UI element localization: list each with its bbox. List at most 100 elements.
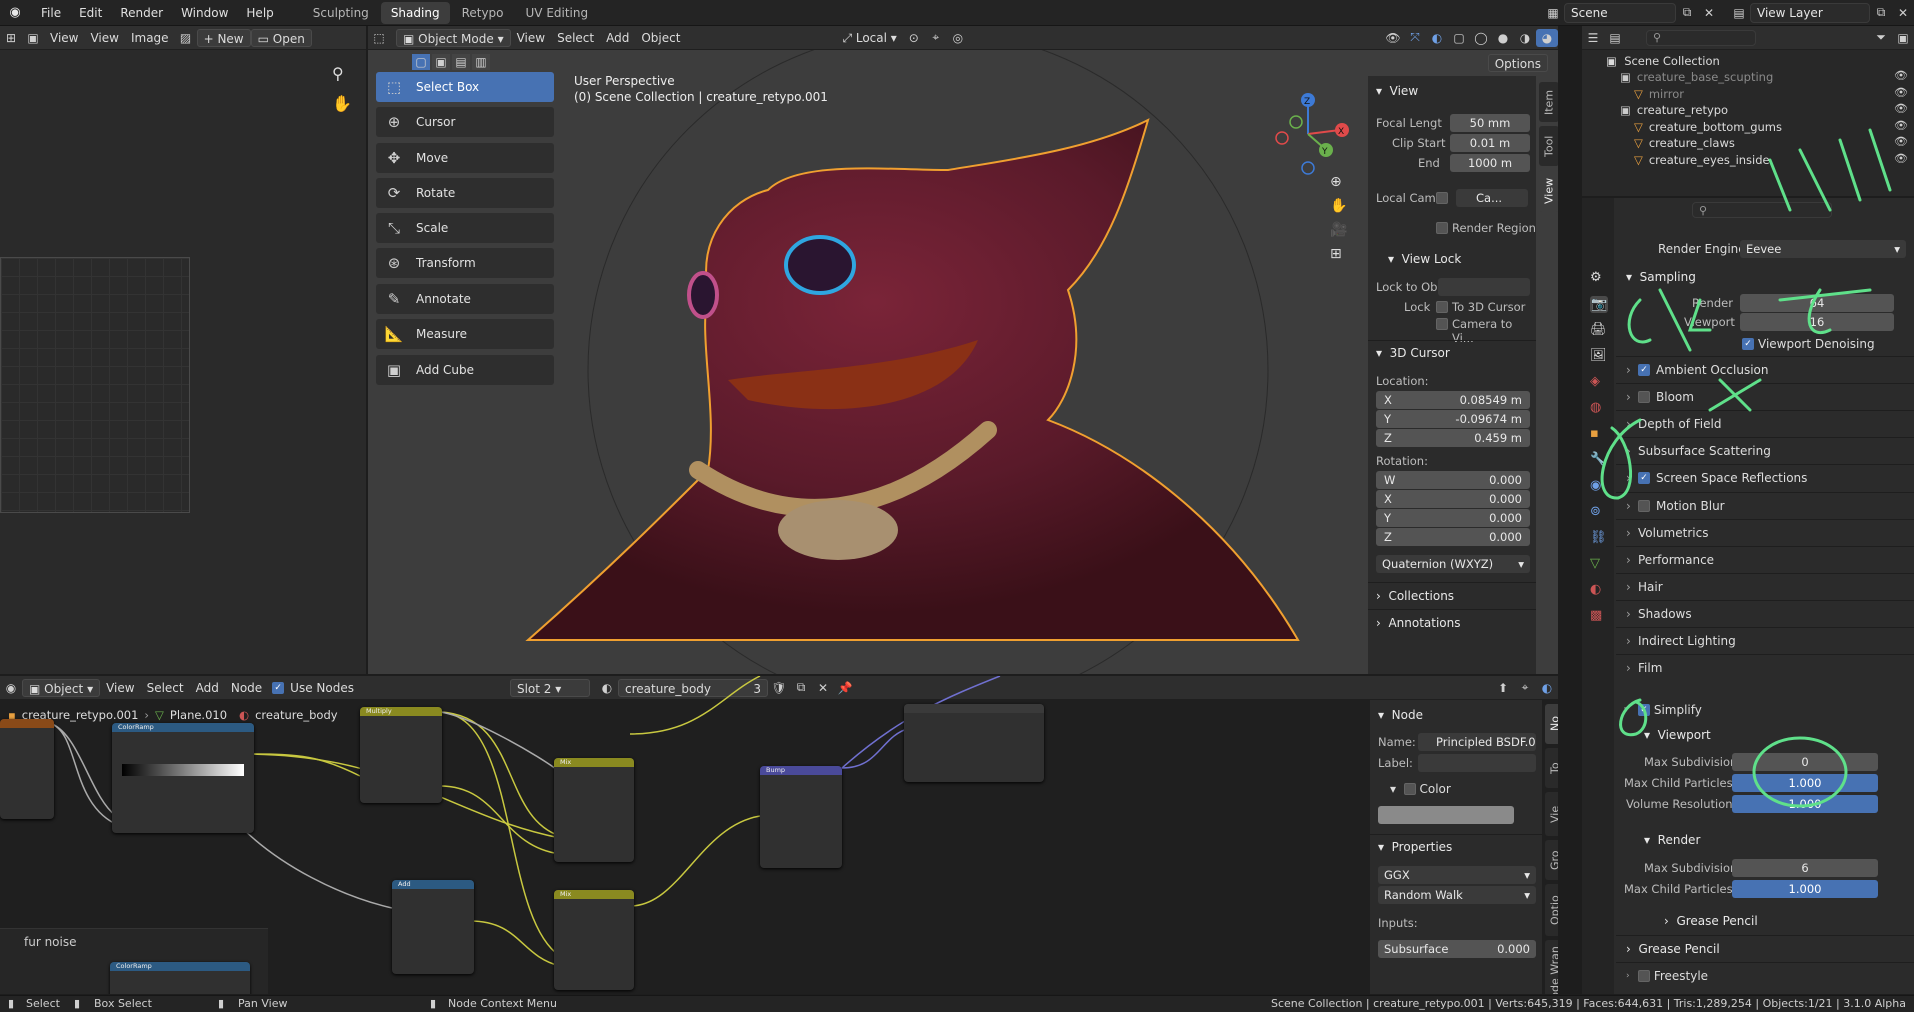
view-panel-header[interactable]: ▾ View xyxy=(1376,84,1418,98)
scene-selector[interactable]: Scene xyxy=(1564,2,1676,23)
panel-motion-blur[interactable]: › Motion Blur xyxy=(1626,499,1725,513)
clip-end-field[interactable]: 1000 m xyxy=(1450,154,1530,172)
node-panel-header[interactable]: ▾ Node xyxy=(1378,708,1423,722)
image-menu[interactable]: Image xyxy=(125,29,175,47)
view-layer-close-icon[interactable]: ✕ xyxy=(1892,4,1914,22)
panel-depth-of-field[interactable]: › Depth of Field xyxy=(1626,417,1721,431)
node-color-swatch[interactable] xyxy=(1378,806,1514,824)
scene-tab-icon[interactable]: ◈ xyxy=(1590,374,1600,389)
constraints-tab-icon[interactable]: ⛓ xyxy=(1590,530,1607,545)
node-colorramp-2[interactable]: ColorRamp xyxy=(110,962,250,994)
node-bump[interactable]: Bump xyxy=(760,766,842,868)
node-colorramp[interactable]: ColorRamp xyxy=(112,723,254,833)
rot-z-field[interactable]: Z 0.000 xyxy=(1376,528,1530,546)
tool-rotate[interactable]: ⟳ Rotate xyxy=(376,178,554,208)
render-tab-icon[interactable]: 📷 xyxy=(1590,296,1609,313)
simplify-header[interactable]: ▾ ✓ Simplify xyxy=(1624,703,1702,717)
tab-uv-editing[interactable]: UV Editing xyxy=(516,2,599,24)
sampling-render-field[interactable]: 64 xyxy=(1740,294,1894,312)
visibility-eye-icon[interactable]: 👁 xyxy=(1894,102,1908,115)
max-child-particles-viewport-field[interactable]: 1.000 xyxy=(1732,774,1878,792)
pivot-icon[interactable]: ⊙ xyxy=(903,29,925,47)
cursor-y-field[interactable]: Y -0.09674 m xyxy=(1376,410,1530,428)
tab-item[interactable]: Item xyxy=(1539,82,1558,122)
wireframe-shading-icon[interactable]: ◯ xyxy=(1470,29,1492,47)
panel-checkbox[interactable] xyxy=(1638,499,1650,512)
subsurface-field[interactable]: Subsurface 0.000 xyxy=(1378,940,1536,958)
scene-close-icon[interactable]: ✕ xyxy=(1698,4,1720,22)
gizmo-icon[interactable]: ⤧ xyxy=(1404,29,1426,47)
rot-y-field[interactable]: Y 0.000 xyxy=(1376,509,1530,527)
render-region-checkbox[interactable] xyxy=(1436,222,1448,234)
display-mode-icon[interactable]: ▤ xyxy=(1604,29,1626,47)
simplify-viewport-header[interactable]: ▾ Viewport xyxy=(1644,728,1711,742)
outliner-search-input[interactable]: ⚲ xyxy=(1646,29,1756,46)
add-menu[interactable]: Add xyxy=(600,29,635,47)
menu-render[interactable]: Render xyxy=(111,0,172,26)
select-menu[interactable]: Select xyxy=(551,29,600,47)
node-mix-1[interactable]: Mix xyxy=(554,758,634,862)
ortho-grid-icon[interactable]: ⊞ xyxy=(1330,246,1347,262)
tool-measure[interactable]: 📐 Measure xyxy=(376,319,554,349)
image-icon[interactable]: ▣ xyxy=(22,29,44,47)
rot-w-field[interactable]: W 0.000 xyxy=(1376,471,1530,489)
data-tab-icon[interactable]: ▽ xyxy=(1590,556,1600,571)
outliner-type-icon[interactable]: ☰ xyxy=(1582,29,1604,47)
tool-cursor[interactable]: ⊕ Cursor xyxy=(376,107,554,137)
new-collection-icon[interactable]: ▣ xyxy=(1892,29,1914,47)
material-shading-icon[interactable]: ◑ xyxy=(1514,29,1536,47)
outliner-item[interactable]: ▽ creature_claws xyxy=(1634,134,1735,152)
3d-viewport[interactable]: ⬚ ▣ Object Mode ▾ View Select Add Object… xyxy=(368,26,1558,674)
output-tab-icon[interactable]: 🖨 xyxy=(1590,322,1607,337)
panel-film[interactable]: › Film xyxy=(1626,661,1662,675)
tool-select-box[interactable]: ⬚ Select Box xyxy=(376,72,554,102)
rendered-shading-icon[interactable]: ◕ xyxy=(1536,28,1558,47)
outliner-item[interactable]: ▽ mirror xyxy=(1634,85,1684,103)
freestyle-checkbox[interactable] xyxy=(1638,970,1650,982)
outliner-item[interactable]: ▽ creature_eyes_inside xyxy=(1634,151,1770,169)
node-texture[interactable] xyxy=(0,719,54,819)
collections-header[interactable]: › Collections xyxy=(1376,589,1454,603)
view-layer-tab-icon[interactable]: 🖼 xyxy=(1590,348,1607,363)
particles-tab-icon[interactable]: ◉ xyxy=(1590,478,1601,493)
rotation-mode-select[interactable]: Quaternion (WXYZ) ▾ xyxy=(1376,555,1530,573)
material-tab-icon[interactable]: ◐ xyxy=(1590,582,1601,597)
overlay-icon[interactable]: ◐ xyxy=(1426,29,1448,47)
world-tab-icon[interactable]: ◍ xyxy=(1590,400,1601,415)
to-3d-cursor-checkbox[interactable] xyxy=(1436,301,1448,313)
clip-start-field[interactable]: 0.01 m xyxy=(1450,134,1530,152)
visibility-eye-icon[interactable]: 👁 xyxy=(1894,135,1908,148)
lock-to-object-field[interactable] xyxy=(1438,278,1530,296)
sampling-header[interactable]: ▾ Sampling xyxy=(1626,270,1696,284)
node-color-checkbox[interactable] xyxy=(1403,783,1416,795)
panel-bloom[interactable]: › Bloom xyxy=(1626,390,1694,404)
overlay-node-icon[interactable]: ◐ xyxy=(1536,679,1558,697)
menu-edit[interactable]: Edit xyxy=(70,0,111,26)
node-tab-vie[interactable]: Vie xyxy=(1545,792,1558,836)
max-subdivision-viewport-field[interactable]: 0 xyxy=(1732,753,1878,771)
pan-hand-icon[interactable]: ✋ xyxy=(1330,198,1347,214)
xray-icon[interactable]: ▢ xyxy=(1448,29,1470,47)
freestyle-header[interactable]: › Freestyle xyxy=(1626,969,1708,983)
node-label-field[interactable] xyxy=(1418,754,1536,772)
tab-sculpting[interactable]: Sculpting xyxy=(303,2,379,24)
zoom-icon[interactable]: ⚲ xyxy=(332,64,344,83)
outliner-item[interactable]: ▣ creature_base_scupting xyxy=(1620,68,1773,86)
image-browse-icon[interactable]: ▨ xyxy=(175,29,197,47)
3d-cursor-header[interactable]: ▾ 3D Cursor xyxy=(1376,346,1450,360)
node-multiply[interactable]: Multiply xyxy=(360,707,442,803)
new-image-button[interactable]: + New xyxy=(196,28,251,47)
view-layer-selector[interactable]: View Layer xyxy=(1750,2,1870,23)
image-view-menu[interactable]: View xyxy=(44,29,84,47)
modifier-wrench-icon[interactable]: 🔧 xyxy=(1590,452,1606,467)
subsurface-method-select[interactable]: Random Walk ▾ xyxy=(1378,886,1536,904)
pan-hand-icon[interactable]: ✋ xyxy=(332,94,352,113)
local-camera-checkbox[interactable] xyxy=(1436,192,1448,204)
distribution-select[interactable]: GGX ▾ xyxy=(1378,866,1536,884)
object-tab-icon[interactable]: ▪ xyxy=(1590,426,1599,441)
properties-panel-header[interactable]: ▾ Properties xyxy=(1378,840,1452,854)
node-add[interactable]: Add xyxy=(392,880,474,974)
navigation-gizmo[interactable]: Z X Y xyxy=(1268,82,1368,192)
menu-window[interactable]: Window xyxy=(172,0,237,26)
simplify-grease-pencil-header[interactable]: › Grease Pencil xyxy=(1664,914,1758,928)
